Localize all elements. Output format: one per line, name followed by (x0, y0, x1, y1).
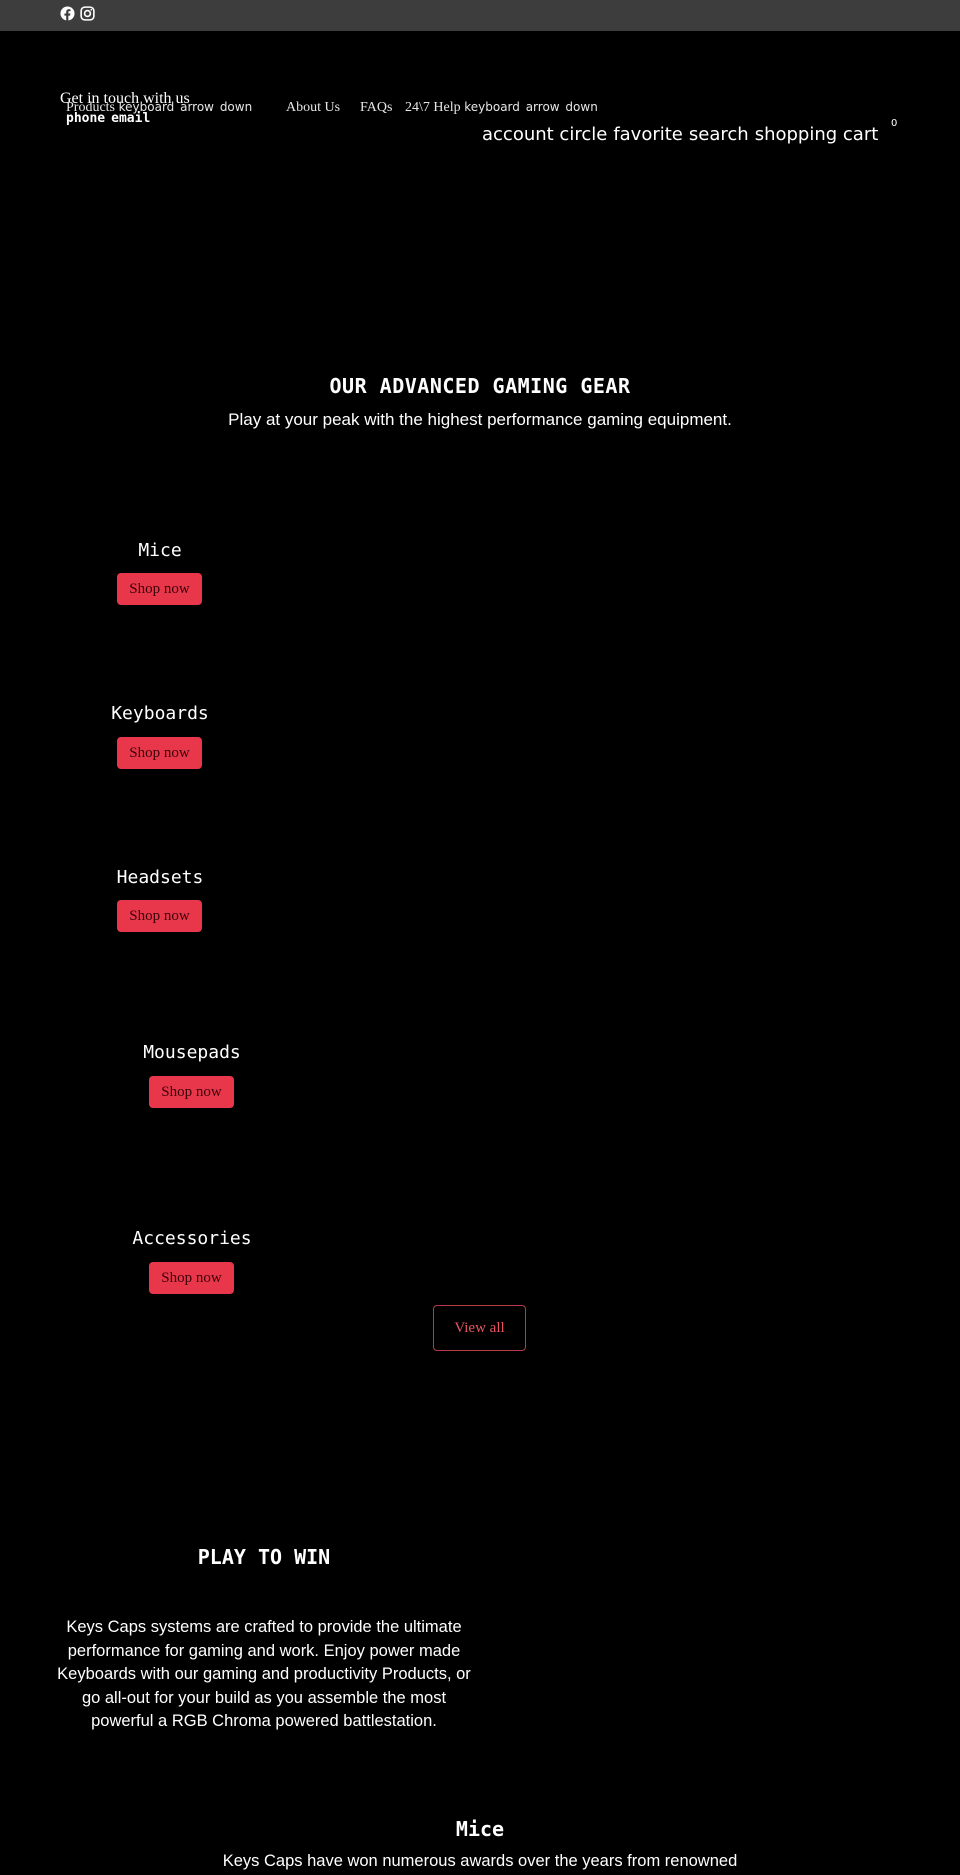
category-title-headsets: Headsets (116, 867, 204, 888)
nav-faqs-label: FAQs (360, 100, 393, 115)
instagram-icon[interactable] (80, 6, 95, 21)
chevron-down-icon: keyboard arrow down (118, 100, 253, 114)
mice-section-title: Mice (455, 1817, 505, 1841)
category-title-keyboards: Keyboards (111, 703, 209, 724)
nav-about[interactable]: About Us (286, 99, 340, 116)
shop-mice-button[interactable]: Shop now (117, 573, 202, 605)
cart-count-badge: 0 (891, 118, 898, 129)
shop-headsets-button[interactable]: Shop now (117, 900, 202, 932)
shop-accessories-button[interactable]: Shop now (149, 1262, 234, 1294)
nav-about-label: About Us (286, 100, 341, 115)
play-section-title: PLAY TO WIN (197, 1545, 331, 1569)
header-icons: account circle favorite search shopping car… (482, 124, 884, 145)
facebook-icon[interactable] (60, 6, 75, 21)
search-icon[interactable]: search (689, 124, 749, 145)
chevron-down-icon: keyboard arrow down (464, 100, 598, 114)
favorite-icon[interactable]: favorite (613, 124, 683, 145)
hero-subtitle: Play at your peak with the highest perfo… (228, 410, 732, 429)
category-title-accessories: Accessories (132, 1228, 252, 1249)
view-all-button[interactable]: View all (433, 1305, 526, 1351)
shop-mousepads-button[interactable]: Shop now (149, 1076, 234, 1108)
play-section-body: Keys Caps systems are crafted to provide… (57, 1618, 471, 1730)
account-circle-icon[interactable]: account circle (482, 124, 607, 145)
mice-section-subtitle: Keys Caps have won numerous awards over … (222, 1852, 738, 1870)
hero-title: OUR ADVANCED GAMING GEAR (329, 374, 631, 398)
nav-help-label: 24\7 Help (405, 100, 461, 115)
category-title-mousepads: Mousepads (143, 1042, 241, 1063)
nav-products[interactable]: Products keyboard arrow down (66, 99, 252, 116)
nav-help[interactable]: 24\7 Help keyboard arrow down (405, 99, 598, 116)
nav-faqs[interactable]: FAQs (360, 99, 392, 116)
nav-products-label: Products (66, 100, 115, 115)
top-bar (0, 0, 960, 31)
category-title-mice: Mice (138, 540, 182, 561)
shopping-cart-icon[interactable]: shopping cart (755, 124, 879, 145)
shop-keyboards-button[interactable]: Shop now (117, 737, 202, 769)
